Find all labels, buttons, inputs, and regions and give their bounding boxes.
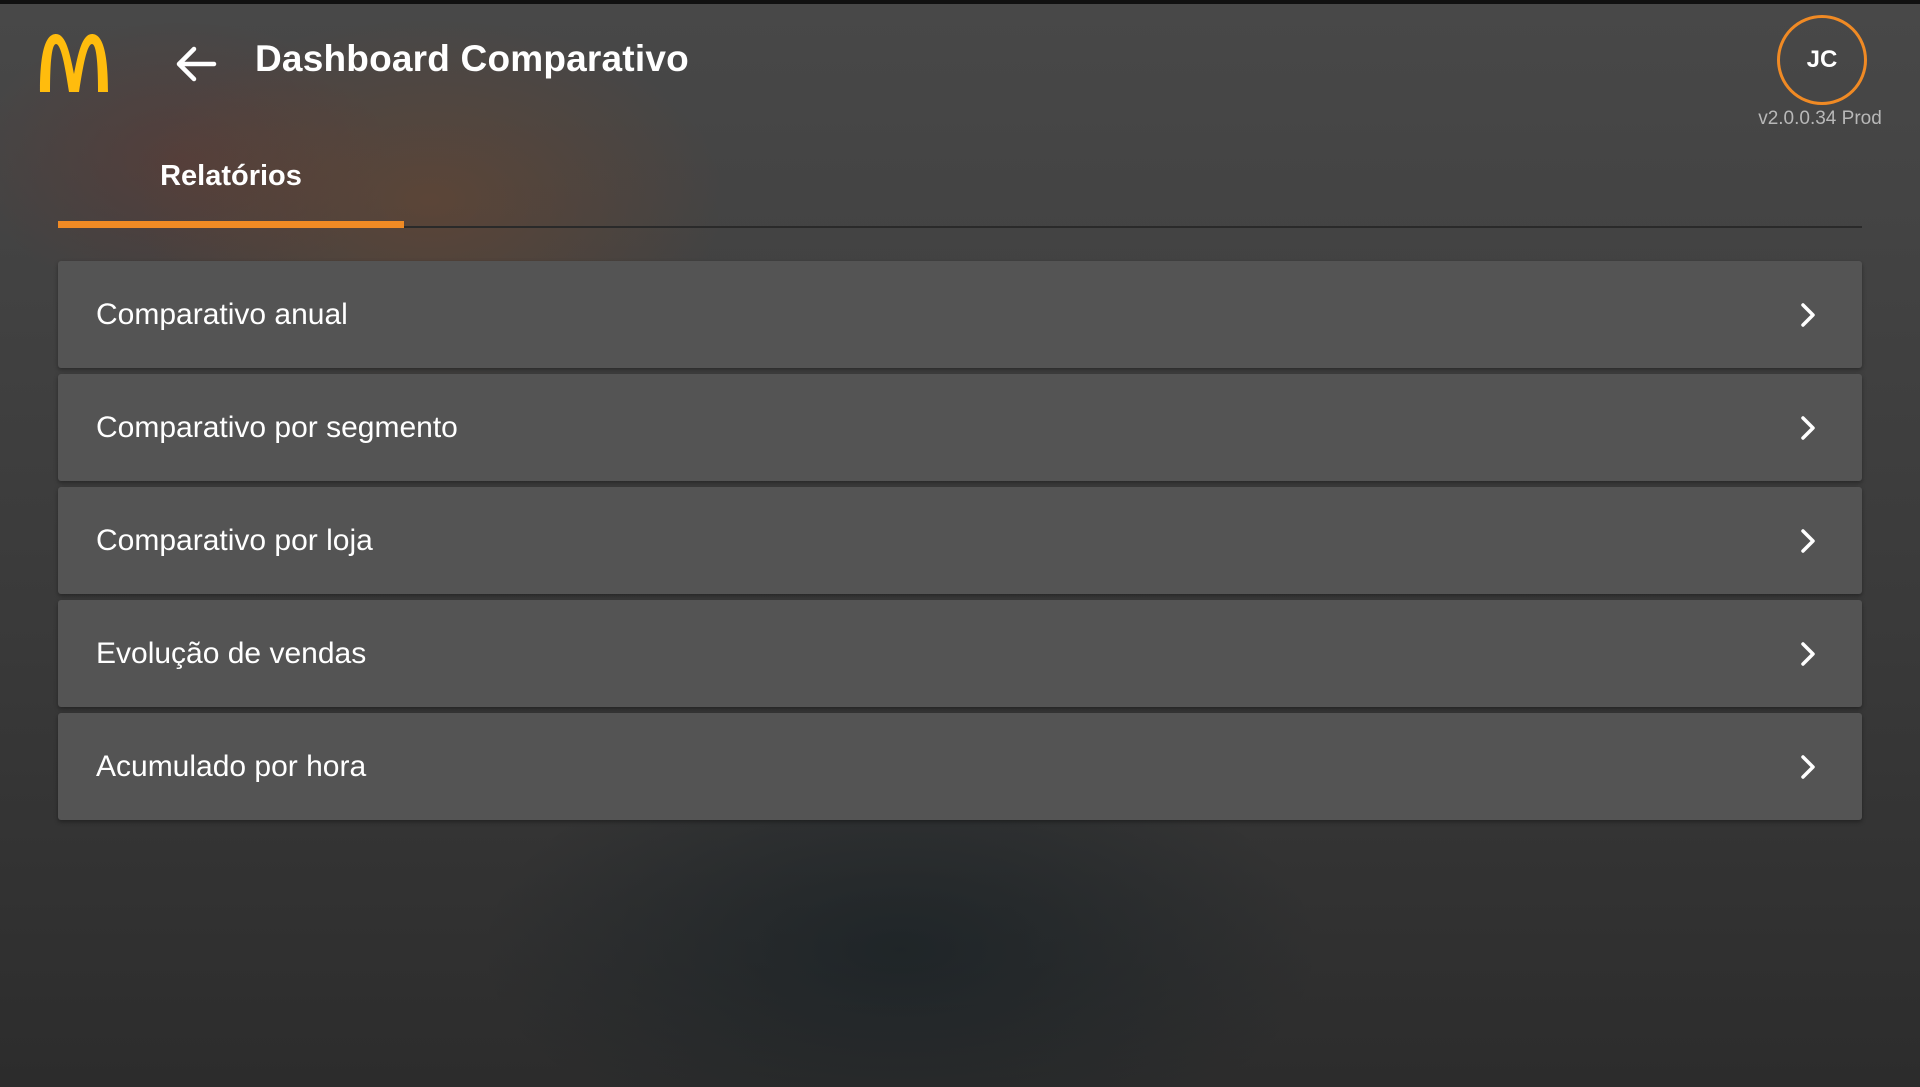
tab-bar: Relatórios: [58, 150, 1862, 228]
report-item-label: Comparativo por segmento: [96, 410, 458, 444]
report-item-comparativo-por-loja[interactable]: Comparativo por loja: [58, 487, 1862, 594]
report-item-evolucao-de-vendas[interactable]: Evolução de vendas: [58, 600, 1862, 707]
report-item-label: Evolução de vendas: [96, 636, 367, 670]
chevron-right-icon: [1794, 414, 1822, 442]
back-button[interactable]: [170, 38, 222, 90]
report-item-label: Acumulado por hora: [96, 749, 367, 783]
report-item-comparativo-por-segmento[interactable]: Comparativo por segmento: [58, 374, 1862, 481]
page-title: Dashboard Comparativo: [255, 38, 689, 79]
chevron-right-icon: [1794, 527, 1822, 555]
chevron-right-icon: [1794, 753, 1822, 781]
report-list: Comparativo anual Comparativo por segmen…: [58, 261, 1862, 826]
tab-relatorios[interactable]: Relatórios: [58, 150, 404, 226]
app-version: v2.0.0.34 Prod: [1758, 108, 1882, 129]
avatar-initials: JC: [1806, 46, 1838, 73]
report-item-label: Comparativo anual: [96, 297, 348, 331]
active-tab-indicator: [58, 221, 404, 228]
user-avatar[interactable]: JC: [1777, 15, 1867, 105]
chevron-right-icon: [1794, 301, 1822, 329]
mcdonalds-logo-icon: [36, 30, 112, 94]
arrow-left-icon: [176, 46, 217, 82]
report-item-comparativo-anual[interactable]: Comparativo anual: [58, 261, 1862, 368]
tab-label: Relatórios: [160, 159, 302, 192]
chevron-right-icon: [1794, 640, 1822, 668]
report-item-label: Comparativo por loja: [96, 523, 373, 557]
app-header: Dashboard Comparativo JC v2.0.0.34 Prod: [0, 0, 1920, 130]
report-item-acumulado-por-hora[interactable]: Acumulado por hora: [58, 713, 1862, 820]
